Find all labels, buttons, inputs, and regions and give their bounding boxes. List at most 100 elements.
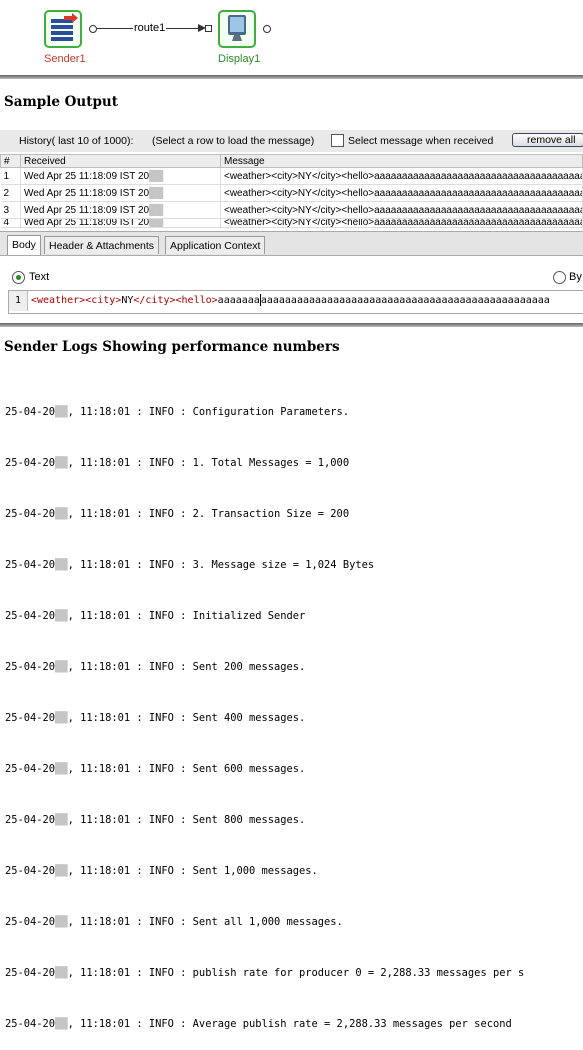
masked-year: ██ <box>55 406 68 418</box>
row-received: Wed Apr 25 11:18:09 IST 20██ <box>20 167 221 185</box>
received-text: Wed Apr 25 11:18:09 IST 20 <box>24 170 150 182</box>
content-after-cursor: aaaaaaaaaaaaaaaaaaaaaaaaaaaaaaaaaaaaaaaa… <box>260 295 550 306</box>
masked-year: ██ <box>149 170 164 182</box>
flow-diagram: Sender1 route1 Display1 <box>0 0 583 74</box>
masked-year: ██ <box>55 457 68 469</box>
log-date: 25-04-20 <box>5 763 56 775</box>
text-radio[interactable] <box>12 271 25 284</box>
masked-year: ██ <box>55 967 68 979</box>
received-text: Wed Apr 25 11:18:09 IST 20 <box>24 187 150 199</box>
content-before-cursor: aaaaaaa <box>217 295 260 306</box>
log-line: 25-04-20██, 11:18:01 : INFO : publish ra… <box>5 965 583 982</box>
history-title: History( last 10 of 1000): <box>19 135 134 147</box>
bytes-radio-label: By <box>569 271 582 283</box>
select-when-received-checkbox[interactable] <box>331 134 344 147</box>
masked-year: ██ <box>149 187 164 199</box>
masked-year: ██ <box>55 916 68 928</box>
row-received: Wed Apr 25 11:18:09 IST 20██ <box>20 184 221 202</box>
log-text: , 11:18:01 : INFO : Configuration Parame… <box>67 406 350 418</box>
table-row[interactable]: 2 Wed Apr 25 11:18:09 IST 20██ <weather>… <box>0 184 583 202</box>
log-date: 25-04-20 <box>5 508 56 520</box>
sender-label: Sender1 <box>44 53 86 65</box>
log-date: 25-04-20 <box>5 916 56 928</box>
masked-year: ██ <box>55 712 68 724</box>
table-row[interactable]: 4 Wed Apr 25 11:18:09 IST 20██ <weather>… <box>0 218 583 228</box>
log-text: , 11:18:01 : INFO : 2. Transaction Size … <box>67 508 350 520</box>
log-text: , 11:18:01 : INFO : Sent 200 messages. <box>67 661 306 673</box>
logs-title: Sender Logs Showing performance numbers <box>4 339 340 355</box>
log-line: 25-04-20██, 11:18:01 : INFO : Sent all 1… <box>5 914 583 931</box>
separator <box>0 75 583 79</box>
display-input-port[interactable] <box>205 25 212 32</box>
row-number: 3 <box>0 201 21 219</box>
masked-year: ██ <box>55 763 68 775</box>
log-line: 25-04-20██, 11:18:01 : INFO : Average pu… <box>5 1016 583 1033</box>
masked-year: ██ <box>55 508 68 520</box>
message-editor[interactable]: 1 <weather><city>NY</city><hello>aaaaaaa… <box>8 290 583 314</box>
tab-bar: Body Header & Attachments Application Co… <box>0 231 583 256</box>
log-date: 25-04-20 <box>5 610 56 622</box>
row-message: <weather><city>NY</city><hello>aaaaaaaaa… <box>220 201 583 219</box>
log-line: 25-04-20██, 11:18:01 : INFO : Sent 600 m… <box>5 761 583 778</box>
column-header-message[interactable]: Message <box>220 154 583 168</box>
log-date: 25-04-20 <box>5 814 56 826</box>
row-message: <weather><city>NY</city><hello>aaaaaaaaa… <box>220 218 583 228</box>
tag-weather: <weather> <box>31 295 86 306</box>
history-table: # Received Message 1 Wed Apr 25 11:18:09… <box>0 154 583 228</box>
sample-output-title: Sample Output <box>4 94 118 110</box>
masked-year: ██ <box>55 865 68 877</box>
log-text: , 11:18:01 : INFO : 3. Message size = 1,… <box>67 559 375 571</box>
tag-hello: <hello> <box>175 295 218 306</box>
log-text: , 11:18:01 : INFO : publish rate for pro… <box>67 967 525 979</box>
masked-year: ██ <box>55 1018 68 1030</box>
log-text: , 11:18:01 : INFO : Average publish rate… <box>67 1018 512 1030</box>
tag-city-close: </city> <box>133 295 176 306</box>
tab-application-context[interactable]: Application Context <box>165 236 266 254</box>
history-hint: (Select a row to load the message) <box>152 135 315 147</box>
separator <box>0 323 583 327</box>
log-date: 25-04-20 <box>5 967 56 979</box>
body-panel: Text By 1 <weather><city>NY</city><hello… <box>0 255 583 322</box>
sender-output-port[interactable] <box>89 25 97 33</box>
tag-city: <city> <box>85 295 122 306</box>
display-monitor-icon <box>228 15 246 41</box>
log-text: , 11:18:01 : INFO : Sent all 1,000 messa… <box>67 916 343 928</box>
log-date: 25-04-20 <box>5 457 56 469</box>
masked-year: ██ <box>149 204 164 216</box>
table-row[interactable]: 3 Wed Apr 25 11:18:09 IST 20██ <weather>… <box>0 201 583 219</box>
bytes-radio[interactable] <box>553 271 566 284</box>
log-line: 25-04-20██, 11:18:01 : INFO : Sent 800 m… <box>5 812 583 829</box>
route-label[interactable]: route1 <box>133 22 167 34</box>
tab-header-attachments[interactable]: Header & Attachments <box>44 236 160 254</box>
display-output-port[interactable] <box>263 25 271 33</box>
received-text: Wed Apr 25 11:18:09 IST 20 <box>24 204 150 216</box>
remove-all-button[interactable]: remove all <box>512 133 583 147</box>
row-message: <weather><city>NY</city><hello>aaaaaaaaa… <box>220 167 583 185</box>
row-message: <weather><city>NY</city><hello>aaaaaaaaa… <box>220 184 583 202</box>
display-label: Display1 <box>218 53 261 65</box>
row-number: 2 <box>0 184 21 202</box>
masked-year: ██ <box>55 814 68 826</box>
column-header-received[interactable]: Received <box>20 154 221 168</box>
history-toolbar: History( last 10 of 1000): (Select a row… <box>0 130 583 152</box>
tab-body[interactable]: Body <box>7 235 41 255</box>
log-text: , 11:18:01 : INFO : 1. Total Messages = … <box>67 457 350 469</box>
log-text: , 11:18:01 : INFO : Initialized Sender <box>67 610 306 622</box>
sender-node[interactable] <box>44 10 82 48</box>
table-row[interactable]: 1 Wed Apr 25 11:18:09 IST 20██ <weather>… <box>0 167 583 185</box>
masked-year: ██ <box>55 610 68 622</box>
column-header-num[interactable]: # <box>0 154 21 168</box>
editor-content[interactable]: <weather><city>NY</city><hello>aaaaaaaaa… <box>31 291 581 311</box>
masked-year: ██ <box>55 661 68 673</box>
log-text: , 11:18:01 : INFO : Sent 600 messages. <box>67 763 306 775</box>
row-received: Wed Apr 25 11:18:09 IST 20██ <box>20 218 221 228</box>
log-line: 25-04-20██, 11:18:01 : INFO : 1. Total M… <box>5 455 583 472</box>
log-line: 25-04-20██, 11:18:01 : INFO : Sent 1,000… <box>5 863 583 880</box>
log-date: 25-04-20 <box>5 661 56 673</box>
log-date: 25-04-20 <box>5 865 56 877</box>
text-radio-label: Text <box>29 271 50 283</box>
city-value: NY <box>121 295 134 306</box>
display-node[interactable] <box>218 10 256 48</box>
log-date: 25-04-20 <box>5 1018 56 1030</box>
log-line: 25-04-20██, 11:18:01 : INFO : Initialize… <box>5 608 583 625</box>
